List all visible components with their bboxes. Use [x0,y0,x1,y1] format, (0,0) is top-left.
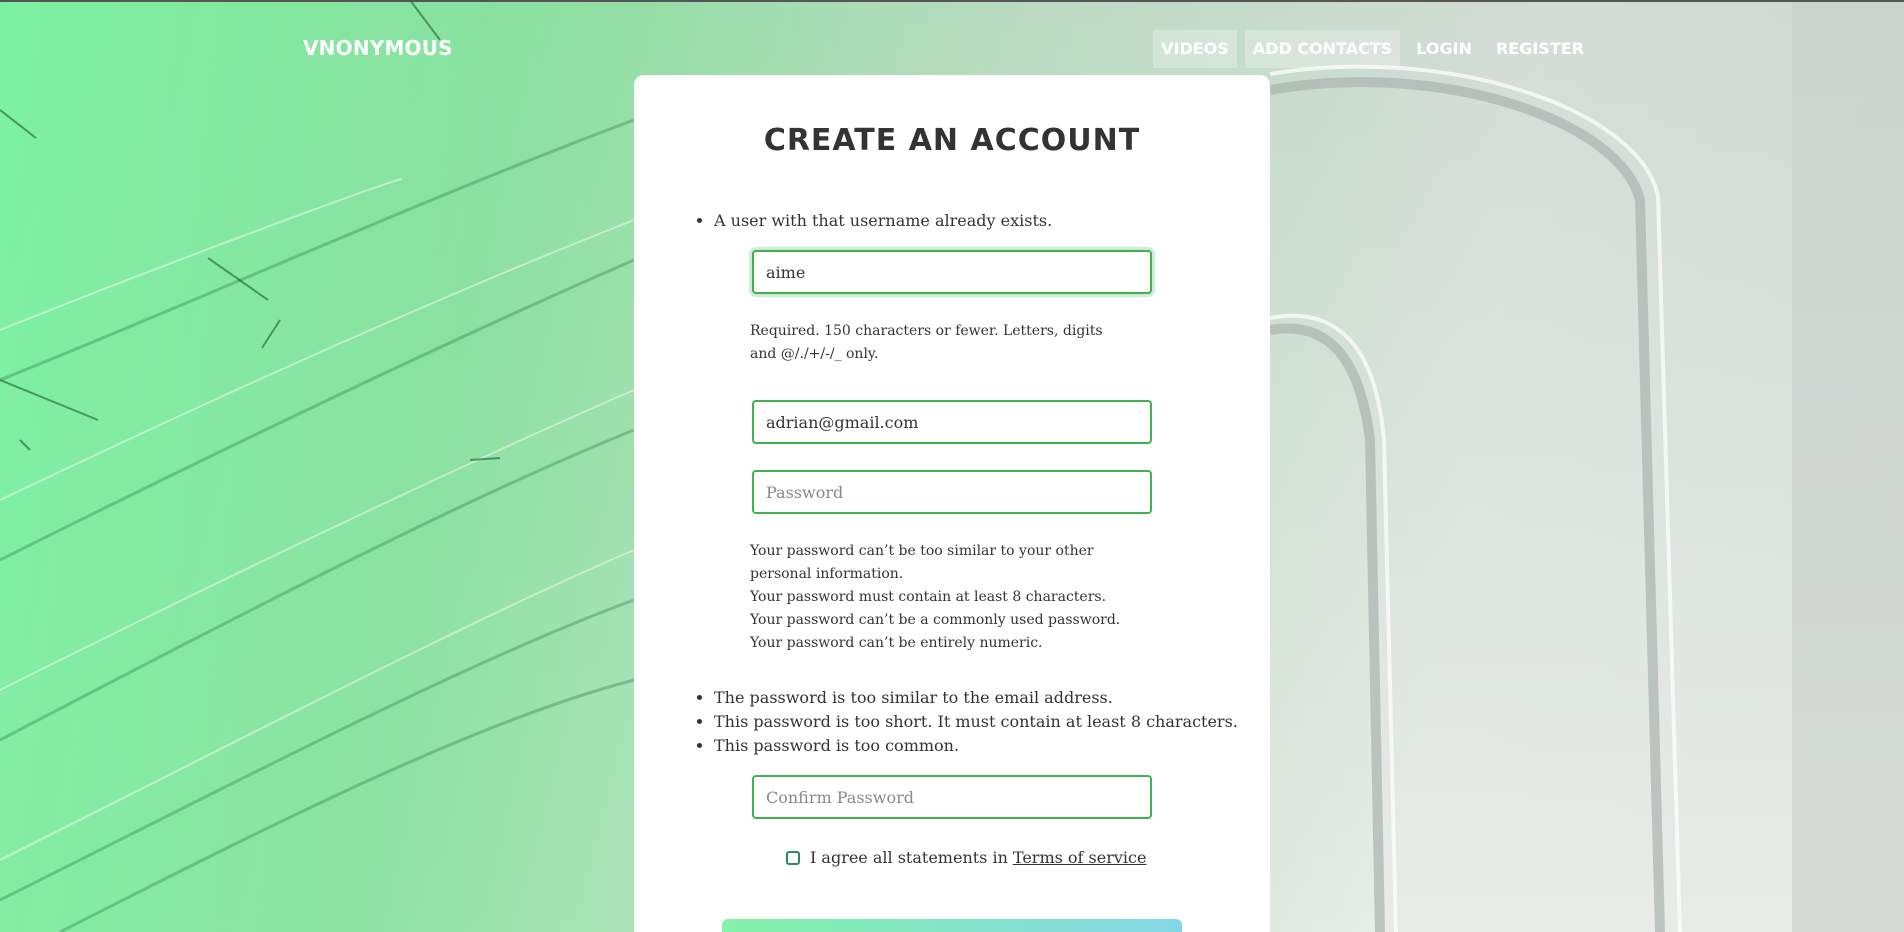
nav-videos[interactable]: VIDEOS [1153,30,1237,68]
password-error: The password is too similar to the email… [714,686,1238,710]
nav-add-contacts[interactable]: ADD CONTACTS [1244,30,1401,68]
password-field[interactable] [752,470,1152,514]
password-help-item: Your password can’t be entirely numeric. [750,635,1043,651]
nav-register[interactable]: REGISTER [1488,30,1592,68]
confirm-password-field[interactable] [752,775,1152,819]
top-border [0,0,1904,2]
top-nav: VIDEOS ADD CONTACTS LOGIN REGISTER [1153,30,1592,68]
username-error-list: A user with that username already exists… [694,209,1052,233]
password-help-item: Your password can’t be a commonly used p… [750,612,1121,628]
password-error: This password is too short. It must cont… [714,710,1238,734]
password-error-list: The password is too similar to the email… [694,686,1238,758]
register-button[interactable] [722,919,1182,932]
password-error: This password is too common. [714,734,1238,758]
password-help-item: Your password can’t be too similar to yo… [750,543,1094,582]
nav-login[interactable]: LOGIN [1408,30,1480,68]
brand-logo[interactable]: VNONYMOUS [303,36,453,60]
terms-checkbox[interactable] [786,850,800,865]
email-field[interactable] [752,400,1152,444]
username-field[interactable] [752,250,1152,294]
terms-row: I agree all statements in Terms of servi… [786,848,1146,867]
terms-label: I agree all statements in [810,848,1008,867]
terms-link[interactable]: Terms of service [1013,848,1147,867]
page-title: CREATE AN ACCOUNT [763,123,1141,158]
username-help: Required. 150 characters or fewer. Lette… [750,323,1103,362]
username-error: A user with that username already exists… [714,209,1052,233]
password-help: Your password can’t be too similar to yo… [750,540,1150,655]
register-card: CREATE AN ACCOUNT A user with that usern… [634,75,1270,932]
password-help-item: Your password must contain at least 8 ch… [750,589,1107,605]
